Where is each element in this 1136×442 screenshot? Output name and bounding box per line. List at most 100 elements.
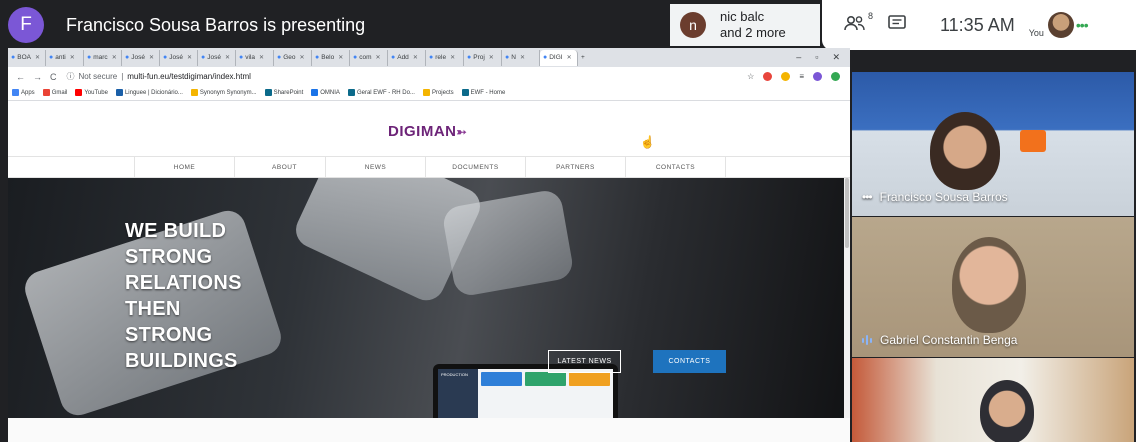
browser-tab[interactable]: ● José ✕ bbox=[122, 49, 160, 66]
tab-close-icon[interactable]: ✕ bbox=[300, 54, 305, 61]
new-tab-button[interactable]: + bbox=[578, 50, 594, 66]
contacts-button[interactable]: CONTACTS bbox=[653, 350, 726, 373]
browser-tab[interactable]: ● BOA ✕ bbox=[8, 49, 46, 66]
tab-close-icon[interactable]: ✕ bbox=[225, 54, 230, 61]
scroll-thumb[interactable] bbox=[845, 178, 849, 248]
browser-tab[interactable]: ● DIGI ✕ bbox=[540, 49, 578, 66]
tab-close-icon[interactable]: ✕ bbox=[567, 54, 572, 61]
info-icon: ⓘ bbox=[66, 72, 75, 81]
opera-extension-icon[interactable] bbox=[763, 72, 773, 81]
tab-close-icon[interactable]: ✕ bbox=[259, 54, 264, 61]
tagline-line: WE BUILD bbox=[125, 220, 227, 242]
nav-partners[interactable]: PARTNERS bbox=[525, 157, 625, 177]
browser-tab[interactable]: ● Belo ✕ bbox=[312, 49, 350, 66]
tablet-dashboard bbox=[478, 369, 613, 418]
extension-green-icon[interactable] bbox=[831, 72, 840, 81]
tablet-label: PRODUCTION bbox=[441, 372, 468, 377]
tab-close-icon[interactable]: ✕ bbox=[338, 54, 343, 61]
browser-tab[interactable]: ● José ✕ bbox=[198, 49, 236, 66]
bookmark-item[interactable]: YouTube bbox=[75, 89, 108, 97]
tab-favicon-icon: ● bbox=[239, 54, 244, 61]
url-field[interactable]: ⓘ Not secure | multi-fun.eu/testdigiman/… bbox=[67, 71, 251, 82]
bookmark-icon bbox=[264, 89, 272, 97]
latest-news-button[interactable]: LATEST NEWS bbox=[548, 350, 621, 373]
nav-news[interactable]: NEWS bbox=[325, 157, 425, 177]
minimize-icon[interactable]: – bbox=[796, 52, 801, 63]
tab-close-icon[interactable]: ✕ bbox=[413, 54, 418, 61]
browser-tab[interactable]: ● marc ✕ bbox=[84, 49, 122, 66]
shared-screen: ● BOA ✕ ● anti ✕ ● marc ✕ ● José ✕ ● José ✕ ● José ✕ ● vila… bbox=[8, 48, 850, 442]
tab-close-icon[interactable]: ✕ bbox=[35, 54, 40, 61]
you-avatar[interactable] bbox=[1047, 12, 1074, 38]
bookmark-item[interactable]: Linguee | Dicionário... bbox=[115, 89, 183, 97]
browser-tab[interactable]: ● N ✕ bbox=[502, 49, 540, 66]
participant-tile-third[interactable] bbox=[852, 358, 1134, 442]
nav-documents[interactable]: DOCUMENTS bbox=[425, 157, 525, 177]
tab-label: BOA bbox=[17, 54, 31, 61]
forward-icon[interactable]: → bbox=[33, 72, 42, 82]
nav-home[interactable]: HOME bbox=[134, 157, 234, 177]
tagline-line: STRONG bbox=[125, 246, 213, 268]
tablet-card bbox=[481, 372, 522, 386]
tab-close-icon[interactable]: ✕ bbox=[70, 54, 75, 61]
tab-favicon-icon: ● bbox=[125, 54, 130, 61]
tab-close-icon[interactable]: ✕ bbox=[112, 54, 117, 61]
browser-tab[interactable]: ● rele ✕ bbox=[426, 49, 464, 66]
bookmark-icon bbox=[190, 89, 198, 97]
presenter-avatar: F bbox=[8, 7, 44, 43]
bookmark-item[interactable]: Gmail bbox=[42, 89, 67, 97]
tab-close-icon[interactable]: ✕ bbox=[376, 54, 381, 61]
tab-label: com bbox=[359, 54, 372, 61]
reading-list-icon[interactable]: ≡ bbox=[799, 72, 804, 81]
reload-icon[interactable]: C bbox=[50, 72, 57, 82]
tab-close-icon[interactable]: ✕ bbox=[450, 54, 455, 61]
bookmark-icon bbox=[311, 89, 319, 97]
bookmark-label: EWF - Home bbox=[470, 90, 506, 97]
bookmark-item[interactable]: Apps bbox=[12, 89, 35, 97]
extension-icon[interactable] bbox=[781, 72, 791, 81]
close-window-icon[interactable]: ✕ bbox=[832, 52, 840, 63]
bookmark-label: YouTube bbox=[84, 90, 108, 97]
tab-close-icon[interactable]: ✕ bbox=[489, 54, 494, 61]
bookmark-icon bbox=[42, 89, 50, 97]
bookmark-item[interactable]: OMNIA bbox=[311, 89, 340, 97]
browser-tab[interactable]: ● José ✕ bbox=[160, 49, 198, 66]
tab-close-icon[interactable]: ✕ bbox=[149, 54, 154, 61]
browser-tab[interactable]: ● Geo ✕ bbox=[274, 49, 312, 66]
tab-favicon-icon: ● bbox=[49, 54, 54, 61]
bookmark-item[interactable]: Synonym Synonym... bbox=[190, 89, 257, 97]
bookmarks-bar: Apps Gmail YouTube Linguee | Dicionário... S… bbox=[8, 86, 850, 101]
tab-close-icon[interactable]: ✕ bbox=[187, 54, 192, 61]
digiman-logo[interactable]: DIGIMAN➳ bbox=[388, 123, 467, 140]
browser-tab[interactable]: ● anti ✕ bbox=[46, 49, 84, 66]
browser-tab[interactable]: ● Proj ✕ bbox=[464, 49, 502, 66]
nav-about[interactable]: ABOUT bbox=[234, 157, 334, 177]
nav-contacts[interactable]: CONTACTS bbox=[625, 157, 725, 177]
maximize-icon[interactable]: ▫ bbox=[815, 52, 818, 63]
robot-arm-image bbox=[441, 188, 575, 298]
bookmark-item[interactable]: SharePoint bbox=[264, 89, 303, 97]
page-scrollbar[interactable] bbox=[844, 178, 850, 418]
star-icon[interactable]: ☆ bbox=[747, 72, 754, 81]
bookmark-item[interactable]: EWF - Home bbox=[461, 89, 506, 97]
browser-tab[interactable]: ● com ✕ bbox=[350, 49, 388, 66]
bookmark-item[interactable]: Projects bbox=[422, 89, 454, 97]
tab-favicon-icon: ● bbox=[315, 54, 320, 61]
tab-close-icon[interactable]: ✕ bbox=[520, 54, 525, 61]
participant-tile-gabriel[interactable]: Gabriel Constantin Benga bbox=[852, 217, 1134, 357]
browser-tab[interactable]: ● Add ✕ bbox=[388, 49, 426, 66]
back-icon[interactable]: ← bbox=[16, 72, 25, 82]
extension-icons: ☆ ≡ bbox=[747, 72, 850, 81]
people-icon[interactable]: 8 bbox=[844, 11, 873, 36]
others-presenting-chip[interactable]: n nic balc and 2 more bbox=[670, 4, 820, 46]
participant-tile-francisco[interactable]: ••• Francisco Sousa Barros bbox=[852, 72, 1134, 216]
browser-tab[interactable]: ● vila ✕ bbox=[236, 49, 274, 66]
chat-icon[interactable] bbox=[888, 14, 906, 36]
below-hero-area bbox=[8, 418, 850, 442]
profile-icon[interactable] bbox=[813, 72, 822, 81]
tab-label: N bbox=[511, 54, 516, 61]
you-label: You bbox=[1028, 28, 1044, 38]
participant-name-tag: Gabriel Constantin Benga bbox=[862, 333, 1017, 347]
bookmark-item[interactable]: Geral EWF - RH Do... bbox=[347, 89, 415, 97]
tablet-card bbox=[525, 372, 566, 386]
